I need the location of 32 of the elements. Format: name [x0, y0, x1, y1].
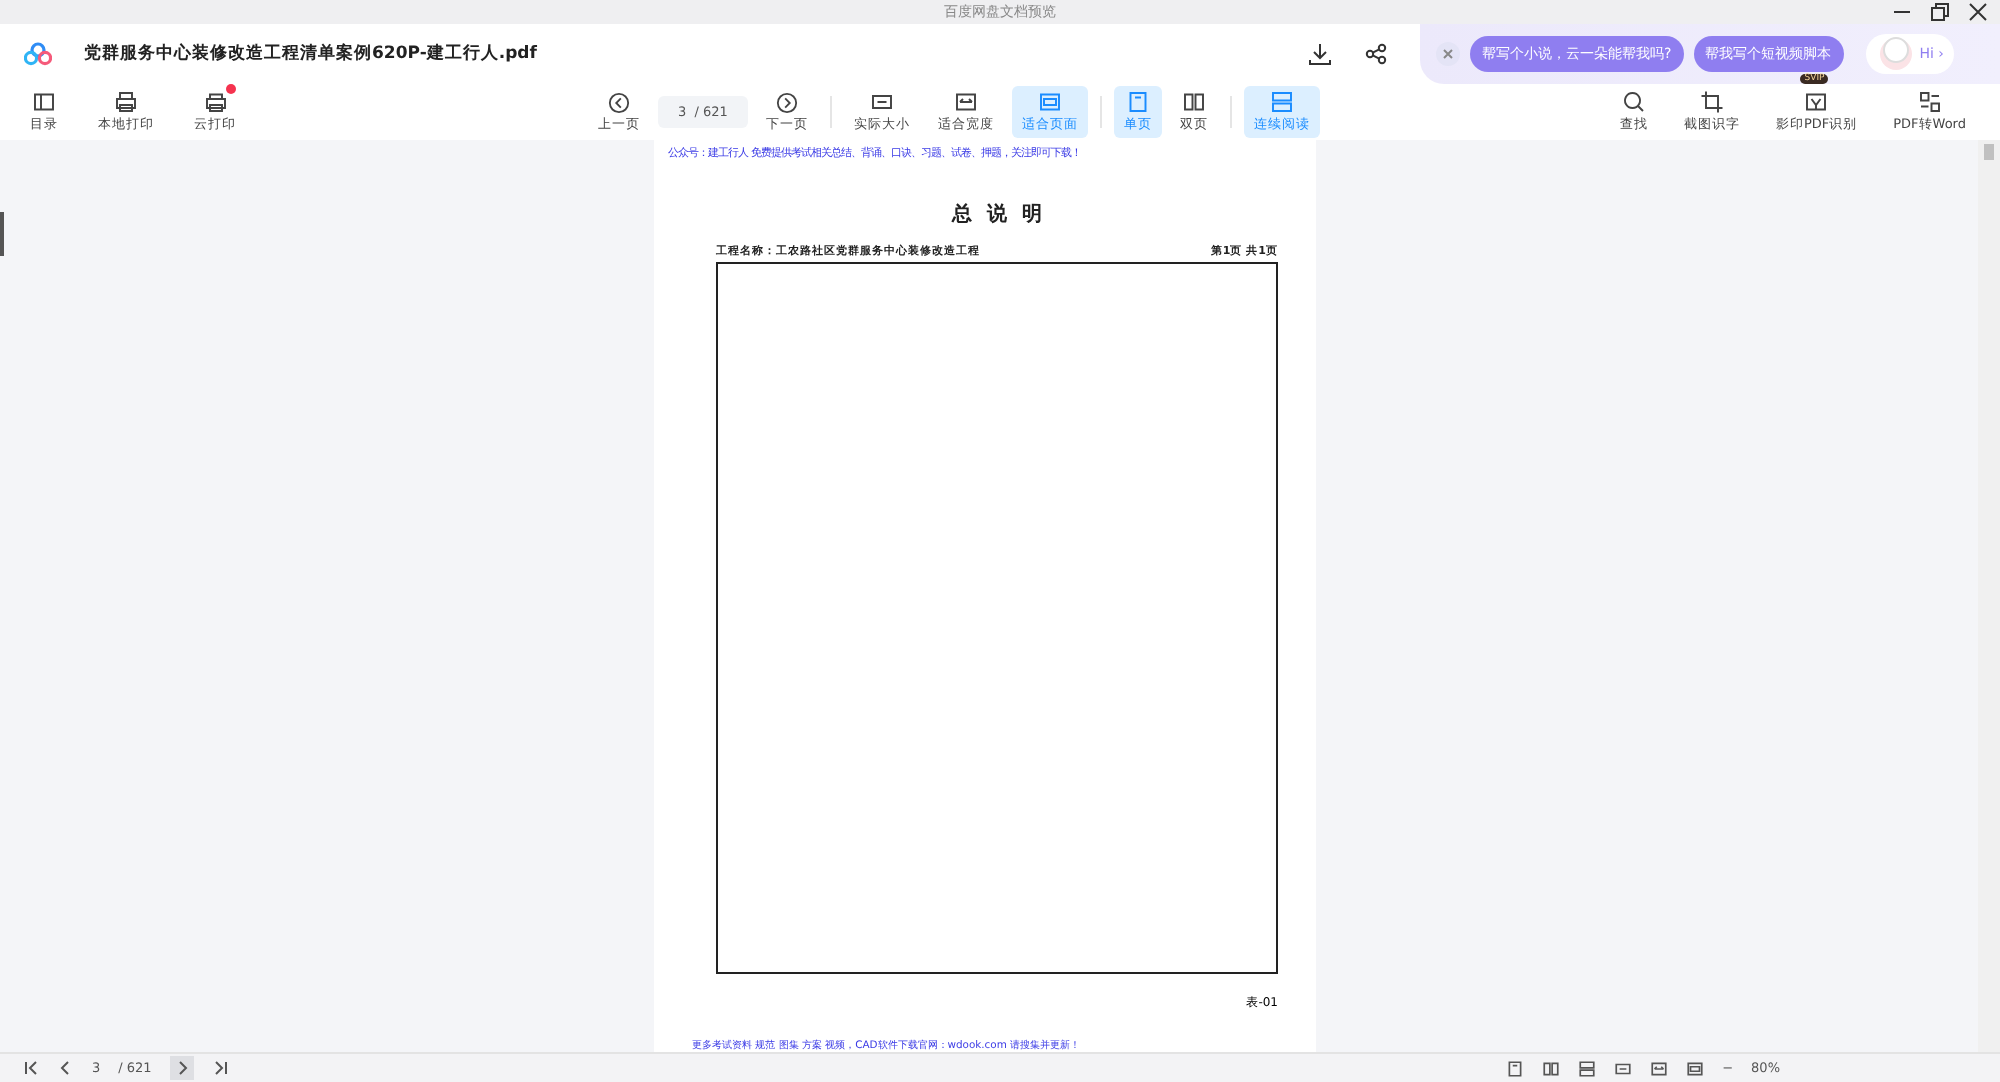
- convert-icon: [1917, 90, 1942, 114]
- view-mode-icon[interactable]: [1506, 1059, 1525, 1077]
- close-icon[interactable]: [1968, 2, 1988, 22]
- view-mode-icon: [953, 90, 978, 114]
- view-mode-icon[interactable]: [1686, 1059, 1705, 1077]
- sidebar-icon: [32, 90, 56, 114]
- view-mode-icon: [1125, 90, 1150, 114]
- first-page-icon[interactable]: [24, 1060, 40, 1076]
- next-button[interactable]: [169, 1056, 194, 1080]
- view-mode-icon[interactable]: [1650, 1059, 1669, 1077]
- view-mode-icon[interactable]: [1578, 1059, 1597, 1077]
- document-scan-icon: [1804, 90, 1829, 114]
- document-title: 总 说 明: [949, 201, 1044, 228]
- cloud-logo-icon: [24, 42, 52, 66]
- view-mode-icon: [1269, 90, 1294, 114]
- printer-icon: [114, 90, 138, 114]
- download-icon[interactable]: [1308, 42, 1332, 66]
- printer-icon: [203, 90, 227, 114]
- share-icon[interactable]: [1364, 42, 1388, 66]
- file-name: 党群服务中心装修改造工程清单案例620P-建工行人.pdf: [84, 42, 537, 66]
- next-icon: [173, 1060, 190, 1076]
- view-mode-icon[interactable]: [1614, 1059, 1633, 1077]
- crop-icon: [1699, 90, 1724, 114]
- view-mode-icon: [869, 90, 894, 114]
- previous-icon[interactable]: [58, 1060, 74, 1076]
- restore-icon[interactable]: [1930, 2, 1950, 22]
- view-mode-icon: [1181, 90, 1206, 114]
- view-mode-icon: [1037, 90, 1062, 114]
- scrollbar[interactable]: [1978, 140, 2000, 1052]
- search-icon: [1621, 90, 1646, 114]
- last-page-icon[interactable]: [211, 1060, 228, 1076]
- view-mode-icon[interactable]: [1542, 1059, 1561, 1077]
